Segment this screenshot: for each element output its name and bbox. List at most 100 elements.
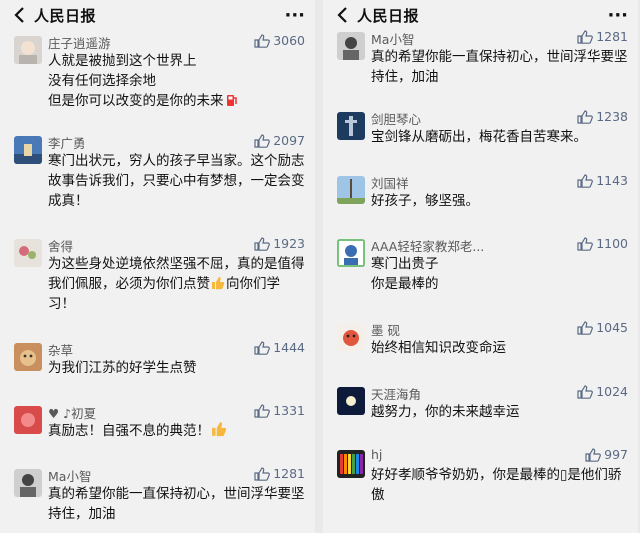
avatar[interactable] — [14, 239, 42, 267]
avatar[interactable] — [14, 36, 42, 64]
avatar[interactable] — [14, 136, 42, 164]
thumbs-up-icon — [254, 236, 271, 251]
comment-text: 好好孝顺爷爷奶奶，你是最棒的▯是他们骄傲 — [371, 467, 622, 503]
comment-item[interactable]: 天涯海角 1024 越努力，你的未来越幸运 — [323, 381, 638, 444]
comment-text: 真的希望你能一直保持初心，世间浮华要坚持住，加油 — [371, 49, 628, 85]
like-button[interactable]: 1024 — [577, 384, 628, 399]
like-count: 1923 — [273, 236, 305, 251]
commenter-name[interactable]: Ma小智 — [48, 466, 91, 485]
back-arrow-icon[interactable] — [10, 6, 28, 24]
avatar[interactable] — [14, 469, 42, 497]
like-count: 1024 — [596, 384, 628, 399]
back-arrow-icon[interactable] — [333, 6, 351, 24]
like-button[interactable]: 1331 — [254, 403, 305, 418]
comment-text: 寒门出状元，穷人的孩子早当家。这个励志故事告诉我们，只要心中有梦想，一定会变成真… — [48, 153, 305, 209]
like-button[interactable]: 997 — [585, 447, 628, 462]
thumbs-up-icon — [254, 33, 271, 48]
comment-text: 宝剑锋从磨砺出，梅花香自苦寒来。 — [371, 129, 587, 145]
like-button[interactable]: 3060 — [254, 33, 305, 48]
thumbs-up-icon — [254, 340, 271, 355]
like-count: 997 — [604, 447, 628, 462]
comment-item[interactable]: hj 997 好好孝顺爷爷奶奶，你是最棒的▯是他们骄傲 — [323, 444, 638, 524]
comment-list: Ma小智 1281 真的希望你能一直保持初心，世间浮华要坚持住，加油 剑胆琴心 … — [323, 26, 638, 524]
commenter-name[interactable]: 李广勇 — [48, 133, 86, 152]
more-options-icon[interactable]: ··· — [279, 5, 305, 26]
comment-item[interactable]: 剑胆琴心 1238 宝剑锋从磨砺出，梅花香自苦寒来。 — [323, 106, 638, 170]
avatar[interactable] — [337, 450, 365, 478]
like-button[interactable]: 1281 — [254, 466, 305, 481]
commenter-name[interactable]: 墨 砚 — [371, 320, 400, 339]
comment-item[interactable]: 杂草 1444 为我们江苏的好学生点赞 — [0, 337, 315, 400]
comment-text: 好孩子，够坚强。 — [371, 193, 479, 209]
avatar[interactable] — [14, 343, 42, 371]
like-count: 2097 — [273, 133, 305, 148]
more-options-icon[interactable]: ··· — [602, 5, 628, 26]
thumbs-up-icon — [577, 109, 594, 124]
commenter-name[interactable]: 舍得 — [48, 236, 73, 255]
comment-item[interactable]: 墨 砚 1045 始终相信知识改变命运 — [323, 317, 638, 381]
like-button[interactable]: 1143 — [577, 173, 628, 188]
comment-item[interactable]: 庄子逍遥游 3060 人就是被抛到这个世界上 没有任何选择余地 但是你可以改变的… — [0, 30, 315, 130]
like-button[interactable]: 1444 — [254, 340, 305, 355]
comment-item[interactable]: ♥ ♪初夏 1331 真励志！自强不息的典范！ — [0, 400, 315, 463]
comment-text: 真励志！自强不息的典范！ — [48, 421, 305, 441]
avatar[interactable] — [337, 323, 365, 351]
like-button[interactable]: 1281 — [577, 29, 628, 44]
commenter-name[interactable]: Ma小智 — [371, 29, 414, 48]
like-button[interactable]: 2097 — [254, 133, 305, 148]
commenter-name[interactable]: 剑胆琴心 — [371, 109, 421, 128]
thumbs-up-icon — [585, 447, 602, 462]
avatar[interactable] — [337, 387, 365, 415]
comment-item[interactable]: AAA轻轻家教郑老... 1100 寒门出贵子 你是最棒的 — [323, 233, 638, 317]
top-bar: 人民日报 ··· — [0, 0, 315, 30]
right-comments-screen: 人民日报 ··· Ma小智 1281 真的希望你能一直保持初心，世间浮华要坚持住… — [323, 0, 638, 533]
thumbs-up-icon — [254, 133, 271, 148]
like-count: 1281 — [596, 29, 628, 44]
commenter-name[interactable]: hj — [371, 447, 382, 462]
avatar[interactable] — [337, 112, 365, 140]
avatar[interactable] — [337, 176, 365, 204]
avatar[interactable] — [337, 239, 365, 267]
like-count: 1444 — [273, 340, 305, 355]
comment-item[interactable]: 李广勇 2097 寒门出状元，穷人的孩子早当家。这个励志故事告诉我们，只要心中有… — [0, 130, 315, 233]
thumbs-up-icon — [577, 173, 594, 188]
commenter-name[interactable]: 天涯海角 — [371, 384, 421, 403]
avatar[interactable] — [337, 32, 365, 60]
commenter-name[interactable]: 刘国祥 — [371, 173, 409, 192]
thumbs-up-emoji-icon — [212, 277, 225, 290]
comment-item[interactable]: 刘国祥 1143 好孩子，够坚强。 — [323, 170, 638, 233]
like-count: 1045 — [596, 320, 628, 335]
commenter-name[interactable]: AAA轻轻家教郑老... — [371, 236, 484, 255]
like-button[interactable]: 1923 — [254, 236, 305, 251]
thumbs-up-icon — [577, 320, 594, 335]
thumbs-up-icon — [254, 403, 271, 418]
like-count: 3060 — [273, 33, 305, 48]
commenter-name[interactable]: 庄子逍遥游 — [48, 33, 111, 52]
comment-text: 人就是被抛到这个世界上 没有任何选择余地 但是你可以改变的是你的未来 — [48, 51, 305, 111]
thumbs-up-icon — [577, 236, 594, 251]
comment-list: 庄子逍遥游 3060 人就是被抛到这个世界上 没有任何选择余地 但是你可以改变的… — [0, 30, 315, 533]
left-comments-screen: 人民日报 ··· 庄子逍遥游 3060 人就是被抛到这个世界上 没有任何选择余地… — [0, 0, 315, 533]
comment-text: 越努力，你的未来越幸运 — [371, 404, 520, 420]
page-title: 人民日报 — [357, 6, 420, 25]
comment-text: 为我们江苏的好学生点赞 — [48, 360, 197, 376]
comment-item[interactable]: 舍得 1923 为这些身处逆境依然坚强不屈，真的是值得我们佩服，必须为你们点赞向… — [0, 233, 315, 337]
like-button[interactable]: 1238 — [577, 109, 628, 124]
comment-text: 寒门出贵子 你是最棒的 — [371, 256, 439, 292]
like-count: 1143 — [596, 173, 628, 188]
comment-item[interactable]: Ma小智 1281 真的希望你能一直保持初心，世间浮华要坚持住，加油 — [323, 26, 638, 106]
commenter-name[interactable]: 杂草 — [48, 340, 73, 359]
thumbs-up-icon — [577, 29, 594, 44]
like-button[interactable]: 1045 — [577, 320, 628, 335]
like-count: 1238 — [596, 109, 628, 124]
comment-item[interactable]: Ma小智 1281 真的希望你能一直保持初心，世间浮华要坚持住，加油 — [0, 463, 315, 533]
thumbs-up-emoji-icon — [212, 422, 227, 437]
like-count: 1100 — [596, 236, 628, 251]
fuel-pump-icon — [226, 95, 237, 106]
commenter-name[interactable]: ♥ ♪初夏 — [48, 403, 96, 422]
like-count: 1281 — [273, 466, 305, 481]
like-button[interactable]: 1100 — [577, 236, 628, 251]
thumbs-up-icon — [254, 466, 271, 481]
comment-text: 为这些身处逆境依然坚强不屈，真的是值得我们佩服，必须为你们点赞 向你们学习！ — [48, 256, 305, 312]
avatar[interactable] — [14, 406, 42, 434]
